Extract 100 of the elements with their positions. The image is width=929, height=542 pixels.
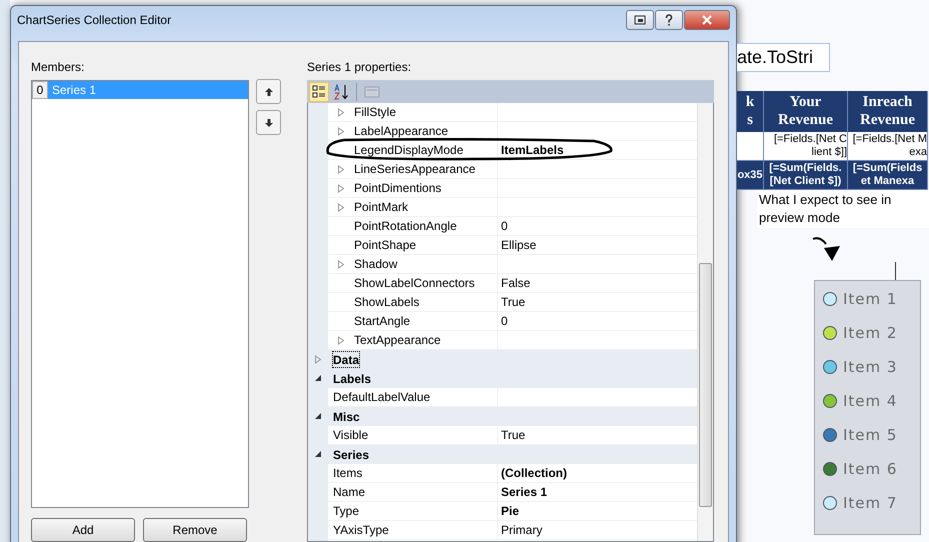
legend-label: Item 3 [843,356,898,378]
property-value: (Collection) [501,466,567,480]
property-name: Shadow [354,257,398,271]
property-pages-icon [364,84,380,98]
alphabetical-button[interactable] [331,82,351,102]
property-name: LegendDisplayMode [354,143,464,157]
property-name: DefaultLabelValue [333,390,430,404]
collapse-triangle-icon[interactable] [314,450,322,459]
property-name: ShowLabels [354,295,420,309]
legend-label: Item 1 [843,288,898,310]
total-cell: ox35 [737,161,764,190]
table-cell: [=Fields.[Net C lient $]] [764,132,848,161]
properties-label: Series 1 properties: [307,60,412,74]
window-icon [634,14,646,24]
property-row[interactable]: LabelAppearance [328,122,697,141]
member-list-item[interactable]: 0 Series 1 [32,81,248,99]
property-name: LabelAppearance [354,124,448,138]
property-row[interactable]: PointRotationAngle 0 [328,217,697,236]
restore-window-button[interactable] [626,10,654,30]
property-name: Visible [333,428,368,442]
expand-triangle-icon[interactable] [337,202,345,212]
categorized-view-icon [312,84,326,98]
property-name: TextAppearance [354,333,441,347]
table-cell: [=Fields.[Net M exa [848,132,928,161]
property-row[interactable]: LegendDisplayMode ItemLabels [328,141,697,160]
property-row[interactable]: YAxisType Primary [328,521,697,540]
legend-label: Item 4 [843,390,898,412]
legend-label: Item 6 [843,458,898,480]
expand-triangle-icon[interactable] [337,126,345,136]
sort-alphabetical-icon [333,84,349,100]
collapse-triangle-icon[interactable] [314,374,322,383]
property-name: LineSeriesAppearance [354,162,476,176]
column-header: Your Revenue [764,91,848,132]
category-name[interactable]: Labels [331,369,374,388]
property-row[interactable]: PointShape Ellipse [328,236,697,255]
move-up-button[interactable] [256,79,281,104]
property-name: PointDimentions [354,181,442,195]
annotation-note: What I expect to see in preview mode [757,190,929,228]
property-value: ItemLabels [501,143,564,157]
remove-button[interactable]: Remove [143,518,247,542]
expand-triangle-icon[interactable] [337,336,345,344]
legend-label: Item 7 [843,492,898,514]
window-title: ChartSeries Collection Editor [17,12,172,26]
property-value: Pie [501,504,520,518]
category-name[interactable]: Series [331,445,372,464]
property-row[interactable]: ShowLabelConnectors False [328,274,697,293]
property-name: ShowLabelConnectors [354,276,475,290]
property-name: StartAngle [354,314,410,328]
property-value: 0 [501,314,508,328]
expand-triangle-icon[interactable] [337,108,345,116]
property-row[interactable]: PointMark [328,198,697,217]
legend-label: Item 5 [843,424,898,446]
members-label: Members: [31,60,86,74]
property-name: Items [333,466,362,480]
property-row[interactable]: Type Pie [328,502,697,521]
total-cell: [=Sum(Fields. [Net Client $]) [764,161,848,190]
vertical-scrollbar[interactable] [697,103,713,541]
hand-drawn-arrow [812,236,842,262]
property-value: False [501,276,530,290]
member-index: 0 [32,81,48,99]
expand-triangle-icon[interactable] [337,260,345,268]
column-header: k s [737,91,764,132]
column-header: Inreach Revenue [848,91,928,132]
property-name: PointRotationAngle [354,219,457,233]
arrow-down-icon [264,118,274,128]
property-name: YAxisType [333,523,389,537]
arrow-up-icon [264,86,274,96]
property-name: Name [333,485,366,499]
property-value: 0 [501,219,508,233]
property-row[interactable]: Items (Collection) [328,464,697,483]
property-name: PointShape [354,238,416,252]
legend-label: Item 2 [843,322,898,344]
total-cell: [=Sum(Fields et Manexa [848,161,928,190]
help-icon [665,14,673,26]
help-button[interactable] [655,10,683,30]
close-icon [701,14,713,24]
move-down-button[interactable] [256,110,281,135]
categorized-button[interactable] [309,82,329,102]
property-row[interactable]: ShowLabels True [328,293,697,312]
property-row[interactable]: LineSeriesAppearance [328,160,697,179]
category-name[interactable]: Data [331,350,362,369]
property-name: FillStyle [354,105,396,119]
close-button[interactable] [684,10,730,30]
property-name: PointMark [354,200,408,214]
expand-triangle-icon[interactable] [337,164,345,174]
category-name[interactable]: Misc [331,407,362,426]
add-button[interactable]: Add [31,518,135,542]
member-name: Series 1 [52,83,96,97]
property-value: Series 1 [501,485,548,499]
property-value: Ellipse [501,238,536,252]
property-row[interactable]: PointDimentions [328,179,697,198]
property-row[interactable]: StartAngle 0 [328,312,697,331]
property-row[interactable]: Shadow [328,255,697,274]
property-row[interactable]: Name Series 1 [328,483,697,502]
collapse-triangle-icon[interactable] [314,412,322,421]
property-name: Type [333,504,360,518]
property-value: Primary [501,523,542,537]
property-value: True [501,428,526,442]
expand-triangle-icon[interactable] [337,184,345,192]
property-row[interactable]: FillStyle [328,103,697,122]
